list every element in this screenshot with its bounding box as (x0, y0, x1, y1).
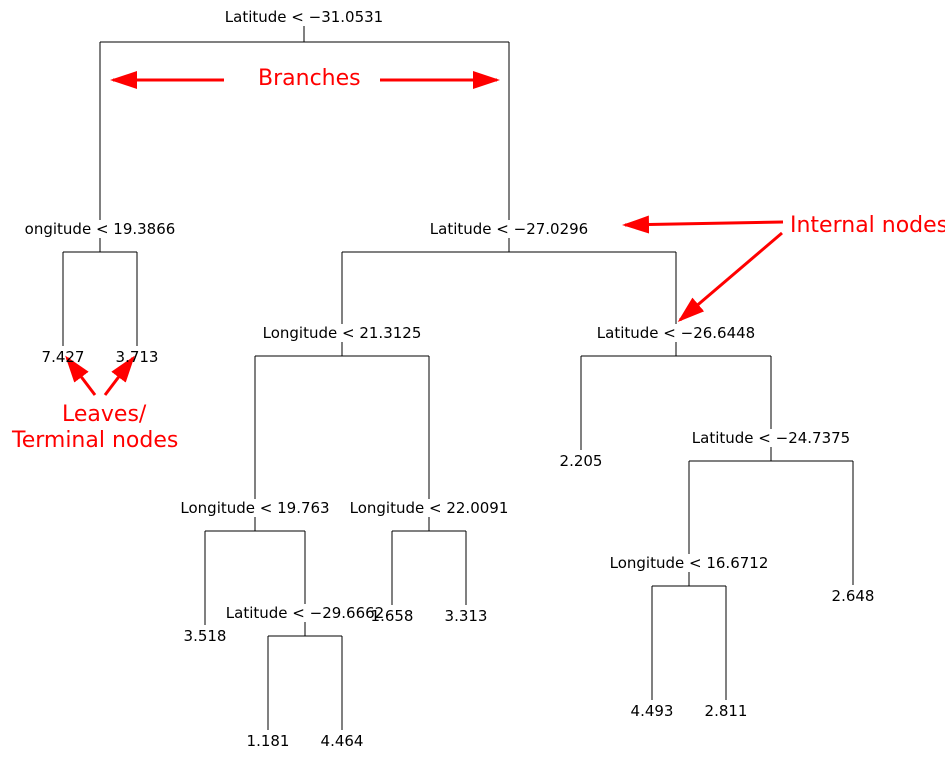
node-long22: Longitude < 22.0091 (348, 499, 511, 517)
node-lat24: Latitude < −24.7375 (690, 429, 852, 447)
leaf-1181: 1.181 (247, 732, 290, 750)
leaf-3313: 3.313 (445, 607, 488, 625)
node-long19: Longitude < 19.763 (178, 499, 331, 517)
anno-leaves-line2: Terminal nodes (12, 428, 178, 453)
leaf-3518: 3.518 (184, 627, 227, 645)
node-lat26: Latitude < −26.6448 (595, 324, 757, 342)
node-lat2: Latitude < −27.0296 (428, 220, 590, 238)
leaf-7427: 7.427 (42, 348, 85, 366)
node-long21: Longitude < 21.3125 (261, 324, 424, 342)
leaf-2648: 2.648 (832, 587, 875, 605)
leaf-4464: 4.464 (321, 732, 364, 750)
leaf-2811: 2.811 (705, 702, 748, 720)
leaf-1658: 1.658 (371, 607, 414, 625)
node-lat29: Latitude < −29.6662 (224, 604, 386, 622)
leaf-4493: 4.493 (631, 702, 674, 720)
leaf-3713: 3.713 (116, 348, 159, 366)
anno-branches: Branches (258, 66, 361, 91)
tree-svg (0, 0, 945, 774)
leaf-2205: 2.205 (560, 452, 603, 470)
node-root: Latitude < −31.0531 (223, 8, 385, 26)
anno-internal-nodes: Internal nodes (790, 213, 945, 238)
node-long16: Longitude < 16.6712 (608, 554, 771, 572)
node-long1: ongitude < 19.3866 (23, 220, 178, 238)
anno-leaves-line1: Leaves/ (62, 402, 146, 427)
